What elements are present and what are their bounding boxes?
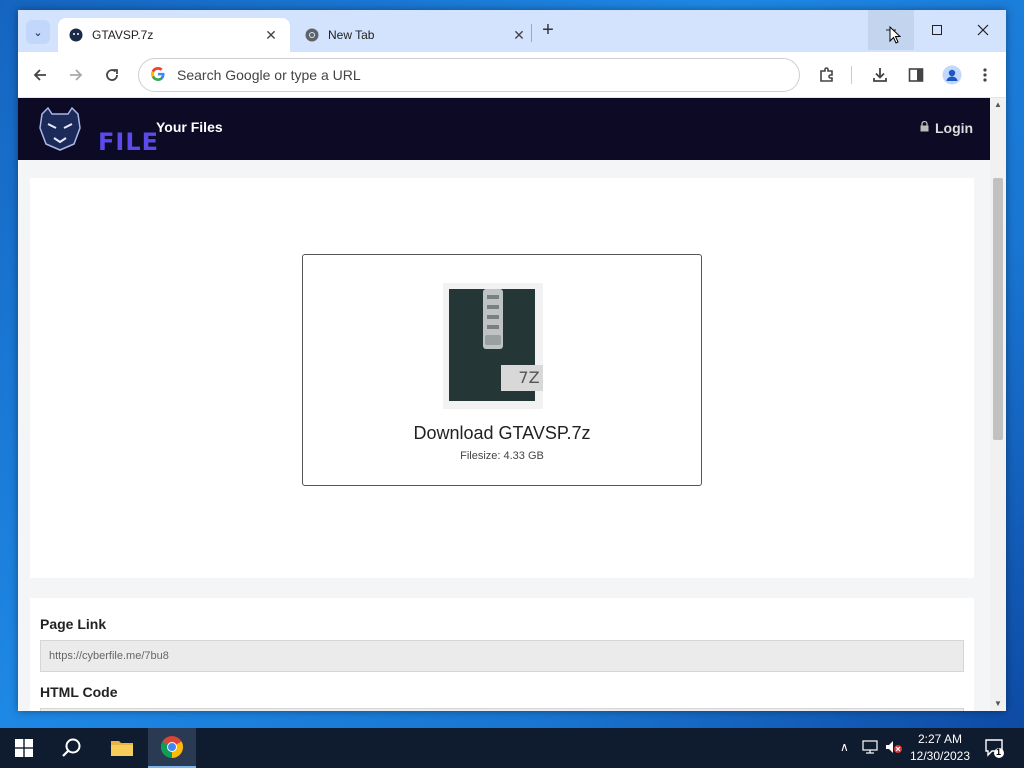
maximize-icon (932, 25, 942, 35)
tab-gtavsp[interactable]: GTAVSP.7z ✕ (58, 18, 290, 52)
scroll-up-arrow-icon[interactable]: ▲ (990, 98, 1006, 112)
omnibox-input[interactable] (177, 67, 777, 83)
site-logo[interactable]: FILE (36, 104, 158, 156)
filesize-text: Filesize: 4.33 GB (460, 450, 544, 462)
tab-separator (531, 24, 532, 42)
google-g-icon (149, 66, 167, 84)
menu-button[interactable] (973, 63, 997, 87)
file-type-badge: 7Z (518, 368, 539, 387)
page-link-label: Page Link (40, 616, 107, 632)
arrow-left-icon (33, 69, 46, 81)
bear-logo-icon (39, 106, 81, 151)
download-icon (873, 68, 887, 82)
search-icon (62, 738, 81, 757)
page-scrollbar[interactable]: ▲ ▼ (990, 98, 1006, 711)
download-box[interactable]: 7Z Download GTAVSP.7z Filesize: 4.33 GB (302, 254, 702, 486)
browser-toolbar (18, 52, 1006, 98)
archive-file-icon: 7Z (443, 283, 543, 409)
taskbar-search-button[interactable] (48, 728, 96, 768)
tab-search-button[interactable]: ⌄ (26, 20, 50, 44)
download-card: 7Z Download GTAVSP.7z Filesize: 4.33 GB (30, 178, 974, 578)
html-code-field[interactable] (40, 708, 964, 711)
tab-title: GTAVSP.7z (92, 28, 154, 42)
notification-center-button[interactable]: 1 (984, 738, 1004, 758)
scroll-down-arrow-icon[interactable]: ▼ (990, 697, 1006, 711)
download-title[interactable]: Download GTAVSP.7z (303, 423, 701, 444)
nav-your-files[interactable]: Your Files (156, 119, 223, 135)
toolbar-separator (851, 66, 852, 84)
lock-icon (920, 120, 929, 135)
nav-login[interactable]: Login (920, 120, 973, 136)
windows-logo-icon (15, 739, 33, 757)
profile-avatar-icon (942, 65, 962, 85)
address-bar[interactable] (138, 58, 800, 92)
start-button[interactable] (0, 728, 48, 768)
chrome-logo-icon (161, 736, 183, 758)
extensions-button[interactable] (815, 63, 839, 87)
login-label: Login (935, 120, 974, 136)
folder-icon (111, 741, 133, 756)
back-button[interactable] (28, 63, 52, 87)
new-tab-button[interactable]: + (537, 20, 559, 42)
page-link-field[interactable]: https://cyberfile.me/7bu8 (40, 640, 964, 672)
chrome-taskbar-button[interactable] (148, 728, 196, 768)
reload-button[interactable] (100, 63, 124, 87)
forward-button[interactable] (64, 63, 88, 87)
share-links-card: Page Link https://cyberfile.me/7bu8 HTML… (30, 598, 974, 711)
maximize-button[interactable] (914, 10, 960, 50)
system-clock[interactable]: 2:27 AM 12/30/2023 (904, 731, 976, 765)
clock-time: 2:27 AM (917, 732, 963, 746)
volume-muted-icon[interactable] (885, 740, 903, 754)
reload-icon (106, 69, 118, 81)
taskbar: ∧ 2:27 AM 12/30/2023 1 (0, 728, 1024, 768)
network-icon[interactable] (862, 740, 878, 754)
browser-window: ⌄ GTAVSP.7z ✕ New Tab ✕ + Search Google … (18, 10, 1006, 711)
three-dots-menu-icon (983, 68, 987, 82)
chevron-up-icon[interactable]: ∧ (840, 740, 849, 754)
html-code-label: HTML Code (40, 684, 118, 700)
file-explorer-button[interactable] (98, 728, 146, 768)
tab-new-tab[interactable]: New Tab ✕ (294, 18, 538, 52)
notification-count: 1 (996, 747, 1002, 757)
tab-title: New Tab (328, 28, 375, 42)
puzzle-piece-icon (820, 67, 833, 82)
page-viewport: FILE Your Files Login 7Z Download GTAVSP… (18, 98, 1006, 711)
side-panel-icon (908, 68, 924, 82)
bear-favicon-icon (68, 27, 84, 43)
site-header: FILE Your Files Login (18, 98, 990, 160)
chevron-down-icon: ⌄ (33, 26, 43, 39)
mouse-cursor-icon (889, 26, 901, 44)
close-tab-icon[interactable]: ✕ (510, 27, 528, 44)
arrow-right-icon (70, 69, 83, 81)
clock-date: 12/30/2023 (909, 749, 971, 763)
tab-strip: ⌄ GTAVSP.7z ✕ New Tab ✕ + (18, 10, 1006, 52)
close-window-button[interactable] (960, 10, 1006, 50)
downloads-button[interactable] (868, 63, 892, 87)
side-panel-button[interactable] (904, 63, 928, 87)
scrollbar-thumb[interactable] (993, 178, 1003, 440)
chrome-icon (304, 27, 320, 43)
close-icon (977, 24, 989, 36)
close-tab-icon[interactable]: ✕ (262, 27, 280, 44)
profile-button[interactable] (940, 63, 964, 87)
logo-text: FILE (98, 128, 160, 156)
